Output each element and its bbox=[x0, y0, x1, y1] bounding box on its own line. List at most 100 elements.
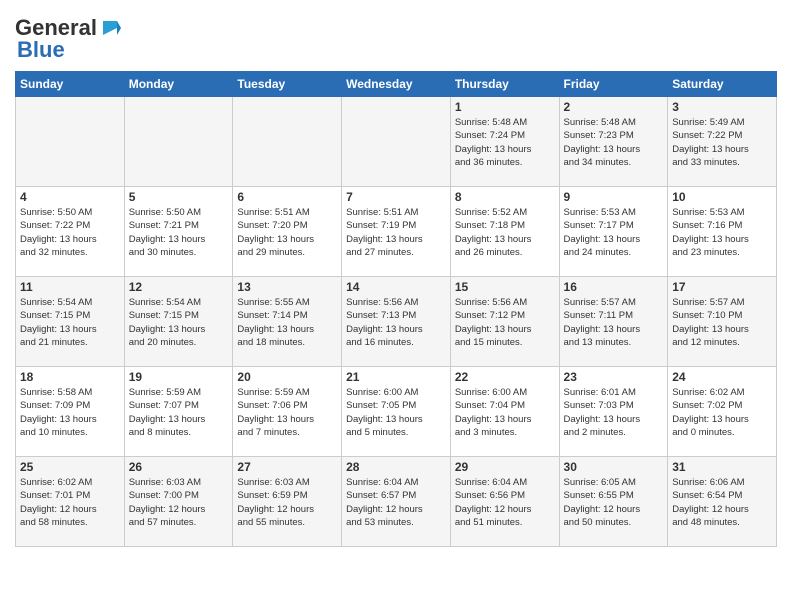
day-info: Sunrise: 5:54 AM Sunset: 7:15 PM Dayligh… bbox=[129, 296, 229, 349]
calendar-cell: 21 Sunrise: 6:00 AM Sunset: 7:05 PM Dayli… bbox=[342, 367, 451, 457]
day-number: 1 bbox=[455, 100, 555, 114]
calendar-cell: 24 Sunrise: 6:02 AM Sunset: 7:02 PM Dayli… bbox=[668, 367, 777, 457]
calendar-cell: 14 Sunrise: 5:56 AM Sunset: 7:13 PM Dayli… bbox=[342, 277, 451, 367]
calendar-cell: 12 Sunrise: 5:54 AM Sunset: 7:15 PM Dayli… bbox=[124, 277, 233, 367]
day-number: 31 bbox=[672, 460, 772, 474]
day-number: 22 bbox=[455, 370, 555, 384]
header-monday: Monday bbox=[124, 72, 233, 97]
header-wednesday: Wednesday bbox=[342, 72, 451, 97]
calendar-cell: 9 Sunrise: 5:53 AM Sunset: 7:17 PM Daylig… bbox=[559, 187, 668, 277]
day-info: Sunrise: 6:03 AM Sunset: 7:00 PM Dayligh… bbox=[129, 476, 229, 529]
calendar-cell: 15Sunrise: 5:56 AM Sunset: 7:12 PM Dayli… bbox=[450, 277, 559, 367]
day-info: Sunrise: 5:55 AM Sunset: 7:14 PM Dayligh… bbox=[237, 296, 337, 349]
day-number: 6 bbox=[237, 190, 337, 204]
week-row-4: 18 Sunrise: 5:58 AM Sunset: 7:09 PM Dayli… bbox=[16, 367, 777, 457]
day-info: Sunrise: 5:58 AM Sunset: 7:09 PM Dayligh… bbox=[20, 386, 120, 439]
calendar-cell: 3Sunrise: 5:49 AM Sunset: 7:22 PM Daylig… bbox=[668, 97, 777, 187]
day-number: 8 bbox=[455, 190, 555, 204]
day-number: 23 bbox=[564, 370, 664, 384]
day-number: 4 bbox=[20, 190, 120, 204]
calendar-cell: 22 Sunrise: 6:00 AM Sunset: 7:04 PM Dayli… bbox=[450, 367, 559, 457]
calendar-cell: 19 Sunrise: 5:59 AM Sunset: 7:07 PM Dayli… bbox=[124, 367, 233, 457]
day-info: Sunrise: 6:06 AM Sunset: 6:54 PM Dayligh… bbox=[672, 476, 772, 529]
day-number: 27 bbox=[237, 460, 337, 474]
day-number: 12 bbox=[129, 280, 229, 294]
day-info: Sunrise: 6:05 AM Sunset: 6:55 PM Dayligh… bbox=[564, 476, 664, 529]
calendar-cell: 26Sunrise: 6:03 AM Sunset: 7:00 PM Dayli… bbox=[124, 457, 233, 547]
day-info: Sunrise: 5:57 AM Sunset: 7:10 PM Dayligh… bbox=[672, 296, 772, 349]
day-info: Sunrise: 5:56 AM Sunset: 7:13 PM Dayligh… bbox=[346, 296, 446, 349]
calendar-cell: 6 Sunrise: 5:51 AM Sunset: 7:20 PM Daylig… bbox=[233, 187, 342, 277]
calendar-cell: 16Sunrise: 5:57 AM Sunset: 7:11 PM Dayli… bbox=[559, 277, 668, 367]
logo: General Blue bbox=[15, 10, 121, 63]
day-info: Sunrise: 5:52 AM Sunset: 7:18 PM Dayligh… bbox=[455, 206, 555, 259]
week-row-1: 1Sunrise: 5:48 AM Sunset: 7:24 PM Daylig… bbox=[16, 97, 777, 187]
calendar-cell: 17 Sunrise: 5:57 AM Sunset: 7:10 PM Dayli… bbox=[668, 277, 777, 367]
calendar-cell: 25 Sunrise: 6:02 AM Sunset: 7:01 PM Dayli… bbox=[16, 457, 125, 547]
calendar-cell bbox=[16, 97, 125, 187]
day-info: Sunrise: 5:57 AM Sunset: 7:11 PM Dayligh… bbox=[564, 296, 664, 349]
calendar-table: SundayMondayTuesdayWednesdayThursdayFrid… bbox=[15, 71, 777, 547]
calendar-cell bbox=[124, 97, 233, 187]
day-info: Sunrise: 5:51 AM Sunset: 7:20 PM Dayligh… bbox=[237, 206, 337, 259]
calendar-cell: 4Sunrise: 5:50 AM Sunset: 7:22 PM Daylig… bbox=[16, 187, 125, 277]
day-number: 29 bbox=[455, 460, 555, 474]
calendar-cell bbox=[233, 97, 342, 187]
calendar-cell: 1Sunrise: 5:48 AM Sunset: 7:24 PM Daylig… bbox=[450, 97, 559, 187]
day-number: 5 bbox=[129, 190, 229, 204]
day-info: Sunrise: 6:03 AM Sunset: 6:59 PM Dayligh… bbox=[237, 476, 337, 529]
day-info: Sunrise: 6:02 AM Sunset: 7:02 PM Dayligh… bbox=[672, 386, 772, 439]
day-info: Sunrise: 5:51 AM Sunset: 7:19 PM Dayligh… bbox=[346, 206, 446, 259]
day-number: 14 bbox=[346, 280, 446, 294]
header-saturday: Saturday bbox=[668, 72, 777, 97]
day-number: 17 bbox=[672, 280, 772, 294]
header-thursday: Thursday bbox=[450, 72, 559, 97]
header-tuesday: Tuesday bbox=[233, 72, 342, 97]
day-info: Sunrise: 6:01 AM Sunset: 7:03 PM Dayligh… bbox=[564, 386, 664, 439]
day-info: Sunrise: 5:54 AM Sunset: 7:15 PM Dayligh… bbox=[20, 296, 120, 349]
calendar-cell: 2Sunrise: 5:48 AM Sunset: 7:23 PM Daylig… bbox=[559, 97, 668, 187]
calendar-header-row: SundayMondayTuesdayWednesdayThursdayFrid… bbox=[16, 72, 777, 97]
logo-icon bbox=[99, 17, 121, 39]
day-number: 11 bbox=[20, 280, 120, 294]
calendar-cell: 11 Sunrise: 5:54 AM Sunset: 7:15 PM Dayli… bbox=[16, 277, 125, 367]
day-number: 15 bbox=[455, 280, 555, 294]
day-info: Sunrise: 6:00 AM Sunset: 7:04 PM Dayligh… bbox=[455, 386, 555, 439]
header-sunday: Sunday bbox=[16, 72, 125, 97]
calendar-cell bbox=[342, 97, 451, 187]
day-number: 7 bbox=[346, 190, 446, 204]
day-number: 2 bbox=[564, 100, 664, 114]
day-info: Sunrise: 5:59 AM Sunset: 7:06 PM Dayligh… bbox=[237, 386, 337, 439]
day-info: Sunrise: 5:50 AM Sunset: 7:21 PM Dayligh… bbox=[129, 206, 229, 259]
calendar-cell: 18 Sunrise: 5:58 AM Sunset: 7:09 PM Dayli… bbox=[16, 367, 125, 457]
calendar-cell: 10 Sunrise: 5:53 AM Sunset: 7:16 PM Dayli… bbox=[668, 187, 777, 277]
calendar-cell: 23 Sunrise: 6:01 AM Sunset: 7:03 PM Dayli… bbox=[559, 367, 668, 457]
day-number: 28 bbox=[346, 460, 446, 474]
day-number: 25 bbox=[20, 460, 120, 474]
week-row-3: 11 Sunrise: 5:54 AM Sunset: 7:15 PM Dayli… bbox=[16, 277, 777, 367]
day-info: Sunrise: 6:02 AM Sunset: 7:01 PM Dayligh… bbox=[20, 476, 120, 529]
day-number: 19 bbox=[129, 370, 229, 384]
header-friday: Friday bbox=[559, 72, 668, 97]
day-number: 9 bbox=[564, 190, 664, 204]
calendar-cell: 20Sunrise: 5:59 AM Sunset: 7:06 PM Dayli… bbox=[233, 367, 342, 457]
day-info: Sunrise: 6:04 AM Sunset: 6:56 PM Dayligh… bbox=[455, 476, 555, 529]
day-info: Sunrise: 6:00 AM Sunset: 7:05 PM Dayligh… bbox=[346, 386, 446, 439]
calendar-cell: 30Sunrise: 6:05 AM Sunset: 6:55 PM Dayli… bbox=[559, 457, 668, 547]
calendar-cell: 29 Sunrise: 6:04 AM Sunset: 6:56 PM Dayli… bbox=[450, 457, 559, 547]
logo-blue: Blue bbox=[17, 37, 65, 63]
day-info: Sunrise: 5:59 AM Sunset: 7:07 PM Dayligh… bbox=[129, 386, 229, 439]
day-number: 10 bbox=[672, 190, 772, 204]
day-number: 21 bbox=[346, 370, 446, 384]
day-number: 24 bbox=[672, 370, 772, 384]
day-number: 13 bbox=[237, 280, 337, 294]
calendar-cell: 5 Sunrise: 5:50 AM Sunset: 7:21 PM Daylig… bbox=[124, 187, 233, 277]
day-info: Sunrise: 5:53 AM Sunset: 7:17 PM Dayligh… bbox=[564, 206, 664, 259]
day-number: 18 bbox=[20, 370, 120, 384]
calendar-cell: 7 Sunrise: 5:51 AM Sunset: 7:19 PM Daylig… bbox=[342, 187, 451, 277]
calendar-cell: 8 Sunrise: 5:52 AM Sunset: 7:18 PM Daylig… bbox=[450, 187, 559, 277]
header: General Blue bbox=[15, 10, 777, 63]
calendar-cell: 31 Sunrise: 6:06 AM Sunset: 6:54 PM Dayli… bbox=[668, 457, 777, 547]
day-number: 3 bbox=[672, 100, 772, 114]
day-info: Sunrise: 5:53 AM Sunset: 7:16 PM Dayligh… bbox=[672, 206, 772, 259]
